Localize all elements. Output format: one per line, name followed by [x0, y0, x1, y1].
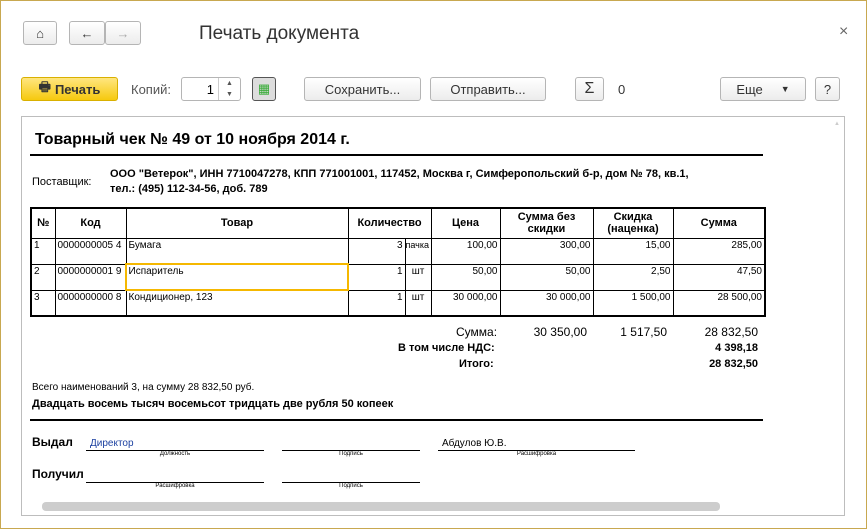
header-qty: Количество [347, 207, 432, 239]
sum-no-disc-total: 30 350,00 [533, 325, 587, 339]
cell-sum: 285,00 [672, 237, 766, 265]
cell-qty: 3 [347, 237, 406, 265]
cell-code: 0000000000 8 [54, 289, 127, 317]
cell-n: 1 [30, 237, 56, 265]
print-button[interactable]: 🖶 Печать [21, 77, 118, 101]
items-table: № Код Товар Количество Цена Сумма без ск… [30, 207, 766, 317]
more-label: Еще [736, 81, 763, 97]
cell-item-selected[interactable]: Испаритель [125, 263, 349, 291]
disc-total: 1 517,50 [620, 325, 667, 339]
supplier-line1: ООО "Ветерок", ИНН 7710047278, КПП 77100… [110, 168, 689, 180]
cell-sum-no-disc: 50,00 [499, 263, 594, 291]
caption-position: Должность [159, 451, 191, 457]
sum-value: 0 [618, 82, 626, 97]
cell-disc: 15,00 [592, 237, 674, 265]
total-label: Итого: [459, 358, 494, 370]
save-button[interactable]: Сохранить... [304, 77, 421, 101]
cell-item[interactable]: Бумага [125, 237, 349, 265]
header-price: Цена [430, 207, 501, 239]
edit-table-button[interactable]: ▦ [252, 77, 276, 101]
cell-code: 0000000001 9 [54, 263, 127, 291]
cell-price: 50,00 [430, 263, 501, 291]
caption-sign: Подпись [339, 451, 363, 457]
cell-unit: шт [404, 289, 432, 317]
header-code: Код [54, 207, 127, 239]
table-row: 3 0000000000 8 Кондиционер, 123 1 шт 30 … [30, 289, 766, 317]
back-button[interactable]: ← [69, 21, 105, 45]
header-item: Товар [125, 207, 349, 239]
copies-input[interactable]: 1 ▲ ▼ [181, 77, 241, 101]
close-button[interactable]: × [839, 23, 848, 41]
table-row: 2 0000000001 9 Испаритель 1 шт 50,00 50,… [30, 263, 766, 291]
header-sum: Сумма [672, 207, 766, 239]
sum-button[interactable]: Σ [575, 77, 604, 101]
cell-sum: 28 500,00 [672, 289, 766, 317]
cell-disc: 1 500,00 [592, 289, 674, 317]
supplier-label: Поставщик: [32, 176, 92, 188]
cell-unit: пачка [404, 237, 432, 265]
help-button[interactable]: ? [815, 77, 840, 101]
cell-n: 3 [30, 289, 56, 317]
issued-position: Директор [90, 438, 134, 449]
issued-label: Выдал [32, 435, 73, 449]
vat-label: В том числе НДС: [398, 342, 495, 354]
received-label: Получил [32, 467, 84, 481]
home-button[interactable]: ⌂ [23, 21, 57, 45]
caption-decode-received: Расшифровка [155, 483, 195, 489]
supplier-line2: тел.: (495) 112-34-56, доб. 789 [110, 183, 268, 195]
copies-value: 1 [206, 82, 214, 97]
printer-icon: 🖶 [38, 79, 51, 94]
header-sum-no-disc: Сумма без скидки [499, 207, 594, 239]
vat-value: 4 398,18 [715, 342, 758, 354]
cell-sum: 47,50 [672, 263, 766, 291]
caption-decode: Расшифровка [516, 451, 557, 457]
cell-sum-no-disc: 30 000,00 [499, 289, 594, 317]
count-line: Всего наименований 3, на сумму 28 832,50… [32, 382, 255, 393]
table-header: № Код Товар Количество Цена Сумма без ск… [30, 207, 766, 239]
sum-label: Сумма: [456, 325, 498, 339]
copies-label: Копий: [131, 82, 171, 97]
cell-disc: 2,50 [592, 263, 674, 291]
cell-item[interactable]: Кондиционер, 123 [125, 289, 349, 317]
cell-price: 100,00 [430, 237, 501, 265]
table-row: 1 0000000005 4 Бумага 3 пачка 100,00 300… [30, 237, 766, 265]
vertical-scrollbar[interactable]: ▲ [834, 121, 842, 491]
cell-n: 2 [30, 263, 56, 291]
total-value: 28 832,50 [709, 358, 758, 370]
dropdown-arrow-icon: ▼ [780, 84, 790, 94]
horizontal-scrollbar[interactable] [42, 502, 720, 511]
forward-button[interactable]: → [105, 21, 141, 45]
sum-total: 28 832,50 [704, 325, 758, 339]
more-button[interactable]: Еще ▼ [720, 77, 806, 101]
header-disc: Скидка (наценка) [592, 207, 674, 239]
doc-title: Товарный чек № 49 от 10 ноября 2014 г. [35, 131, 350, 148]
print-label: Печать [54, 81, 101, 97]
cell-qty: 1 [347, 289, 406, 317]
issued-name: Абдулов Ю.В. [442, 438, 507, 449]
header-n: № [30, 207, 56, 239]
copies-stepper[interactable]: ▲ ▼ [218, 78, 240, 100]
cell-qty: 1 [347, 263, 406, 291]
cell-code: 0000000005 4 [54, 237, 127, 265]
caption-sign-received: Подпись [339, 483, 363, 489]
window-title: Печать документа [199, 23, 360, 44]
words-line: Двадцать восемь тысяч восемьсот тридцать… [32, 398, 394, 410]
document-sheet: Товарный чек № 49 от 10 ноября 2014 г. П… [21, 116, 845, 516]
cell-price: 30 000,00 [430, 289, 501, 317]
cell-sum-no-disc: 300,00 [499, 237, 594, 265]
cell-unit: шт [404, 263, 432, 291]
send-button[interactable]: Отправить... [430, 77, 546, 101]
